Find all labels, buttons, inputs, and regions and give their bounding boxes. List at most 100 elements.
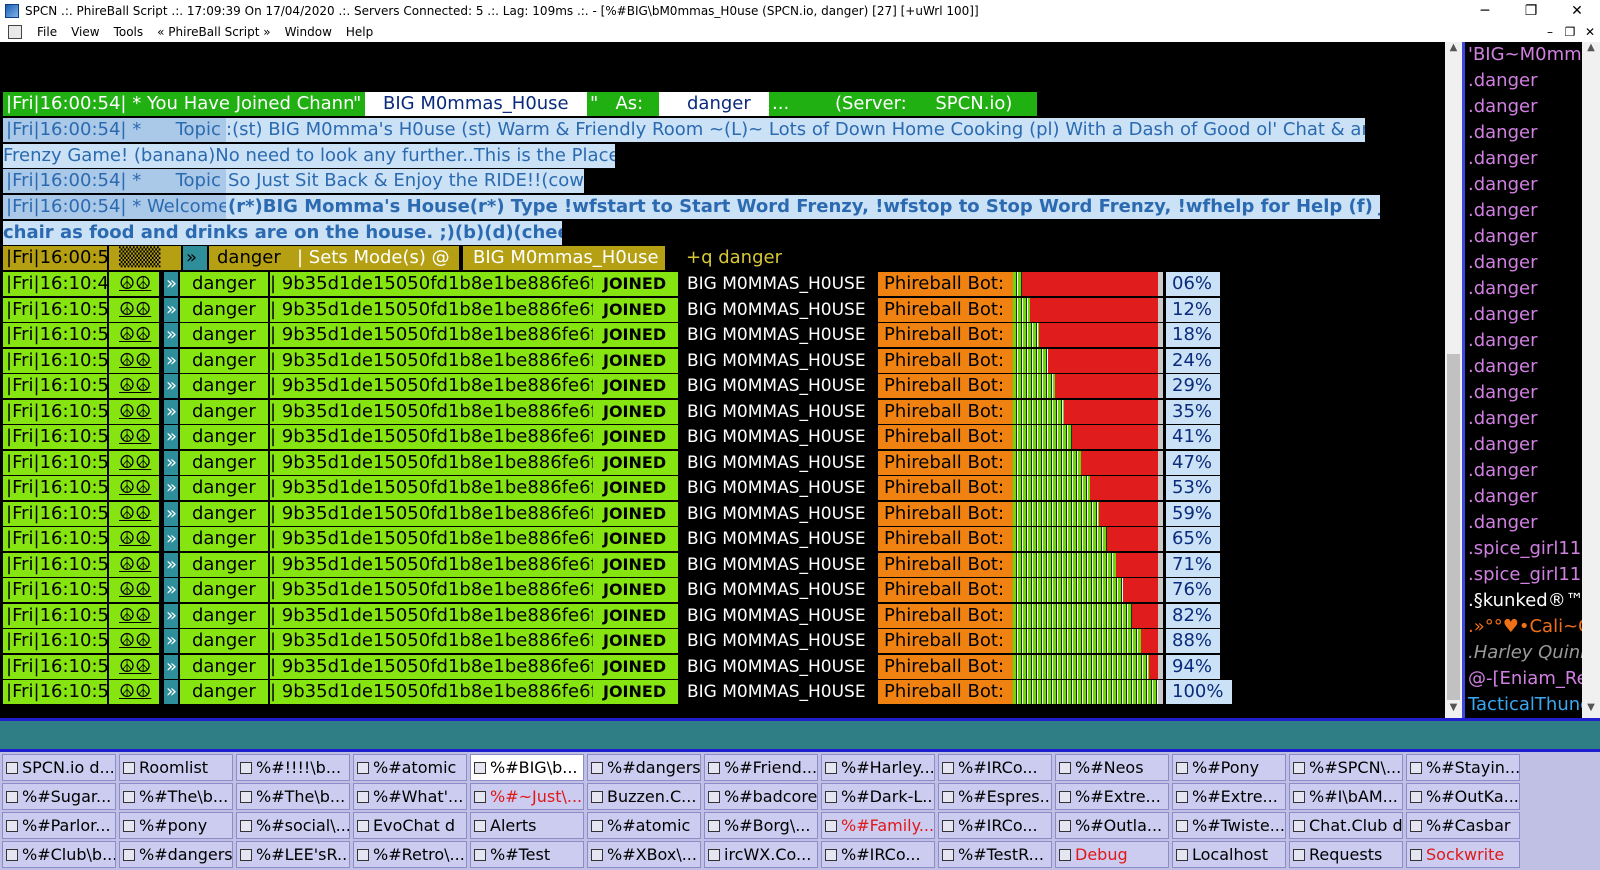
window-icon[interactable] — [8, 25, 22, 39]
switchbar-tab[interactable]: Chat.Club d — [1289, 812, 1403, 839]
scroll-down-arrow[interactable]: ▼ — [1445, 702, 1462, 718]
menu-window[interactable]: Window — [278, 25, 339, 39]
switchbar-tab[interactable]: %#XBox\... — [587, 841, 701, 868]
chat-scrollbar[interactable]: ▲ ▼ — [1445, 42, 1462, 718]
switchbar-tab[interactable]: %#OutKa... — [1406, 783, 1520, 810]
switchbar-tab[interactable]: %#Club\b... — [2, 841, 116, 868]
switchbar-tab[interactable]: Buzzen.C... — [587, 783, 701, 810]
switchbar-tab[interactable]: SPCN.io d... — [2, 754, 116, 781]
switchbar-tab[interactable]: Roomlist — [119, 754, 233, 781]
scroll-thumb[interactable] — [1447, 354, 1460, 700]
nick-list-item[interactable]: .§kunked®™ — [1465, 588, 1582, 614]
switchbar-tab[interactable]: %#atomic — [587, 812, 701, 839]
switchbar-tab[interactable]: %#Parlor... — [2, 812, 116, 839]
scroll-down-arrow[interactable]: ▼ — [1582, 702, 1600, 718]
nick-list-item[interactable]: .danger — [1465, 250, 1582, 276]
switchbar-tab[interactable]: %#IRCo... — [821, 841, 935, 868]
scroll-up-arrow[interactable]: ▲ — [1582, 42, 1600, 58]
nick-list-item[interactable]: .danger — [1465, 406, 1582, 432]
switchbar-tab[interactable]: %#pony — [119, 812, 233, 839]
switchbar-tab[interactable]: %#Casbar — [1406, 812, 1520, 839]
nick-list-item[interactable]: .danger — [1465, 380, 1582, 406]
nick-list-item[interactable]: .danger — [1465, 484, 1582, 510]
switchbar-tab[interactable]: Requests — [1289, 841, 1403, 868]
menu-phireball-script[interactable]: « PhireBall Script » — [150, 25, 277, 39]
nick-list-item[interactable]: .danger — [1465, 198, 1582, 224]
nick-list-item[interactable]: @-[Eniam_Reg — [1465, 666, 1582, 692]
nick-list-item[interactable]: .»°°♥•Cali~Girl — [1465, 614, 1582, 640]
close-button[interactable]: ✕ — [1554, 0, 1600, 22]
switchbar-tab[interactable]: %#Stayin... — [1406, 754, 1520, 781]
nick-list-item[interactable]: .danger — [1465, 354, 1582, 380]
switchbar-tab[interactable]: %#The\b... — [119, 783, 233, 810]
nick-list-item[interactable]: .danger — [1465, 146, 1582, 172]
switchbar-tab[interactable]: EvoChat d — [353, 812, 467, 839]
nick-list-item[interactable]: .danger — [1465, 224, 1582, 250]
switchbar-tab[interactable]: %#Retro\... — [353, 841, 467, 868]
menu-file[interactable]: File — [30, 25, 64, 39]
nick-list-item[interactable]: .danger — [1465, 432, 1582, 458]
switchbar-tab[interactable]: Sockwrite — [1406, 841, 1520, 868]
switchbar-tab[interactable]: Debug — [1055, 841, 1169, 868]
switchbar-tab[interactable]: %#dangers — [587, 754, 701, 781]
switchbar-tab[interactable]: %#IRCo... — [938, 812, 1052, 839]
switchbar-tab[interactable]: %#The\b... — [236, 783, 350, 810]
switchbar-tab[interactable]: %#Harley... — [821, 754, 935, 781]
switchbar-tab[interactable]: %#atomic — [353, 754, 467, 781]
nick-list-item[interactable]: .spice_girl1124 — [1465, 562, 1582, 588]
nick-list-item[interactable]: .danger — [1465, 510, 1582, 536]
switchbar-tab[interactable]: %#Friend... — [704, 754, 818, 781]
switchbar-tab[interactable]: %#SPCN\... — [1289, 754, 1403, 781]
switchbar-tab[interactable]: %#Test — [470, 841, 584, 868]
chat-window[interactable]: |Fri|16:00:54| * You Have Joined Channel… — [0, 42, 1445, 718]
nick-list-item[interactable]: .danger — [1465, 302, 1582, 328]
switchbar-tab[interactable]: %#BIG\b... — [470, 754, 584, 781]
switchbar-tab[interactable]: %#~Just\... — [470, 783, 584, 810]
switchbar-tab[interactable]: %#Borg\... — [704, 812, 818, 839]
switchbar-tab[interactable]: %#IRCo... — [938, 754, 1052, 781]
nick-list-scrollbar[interactable]: ▲ ▼ — [1582, 42, 1600, 718]
nick-list-item[interactable]: .spice_girl112 — [1465, 536, 1582, 562]
switchbar-tab[interactable]: %#Pony — [1172, 754, 1286, 781]
nick-list-item[interactable]: .danger — [1465, 328, 1582, 354]
switchbar-tab[interactable]: %#I\bAM... — [1289, 783, 1403, 810]
switchbar-tab[interactable]: %#Neos — [1055, 754, 1169, 781]
switchbar-tab[interactable]: %#Extre... — [1055, 783, 1169, 810]
mdi-minimize-button[interactable]: – — [1540, 25, 1560, 39]
switchbar-tab[interactable]: Alerts — [470, 812, 584, 839]
switchbar-tab[interactable]: %#TestR... — [938, 841, 1052, 868]
switchbar-tab[interactable]: %#What'... — [353, 783, 467, 810]
switchbar-tab[interactable]: %#Dark-L... — [821, 783, 935, 810]
nick-list[interactable]: 'BIG~M0mmas.danger.danger.danger.danger.… — [1462, 42, 1582, 718]
switchbar-tab[interactable]: %#social\... — [236, 812, 350, 839]
switchbar-tab[interactable]: %#Family... — [821, 812, 935, 839]
nick-list-item[interactable]: .danger — [1465, 172, 1582, 198]
mdi-restore-button[interactable]: ❐ — [1560, 25, 1580, 39]
switchbar-tab[interactable]: %#Outla... — [1055, 812, 1169, 839]
switchbar-tab[interactable]: %#Extre... — [1172, 783, 1286, 810]
switchbar-tab[interactable]: %#Espres... — [938, 783, 1052, 810]
nick-list-item[interactable]: .danger — [1465, 276, 1582, 302]
nick-list-item[interactable]: TacticalThunder — [1465, 692, 1582, 718]
minimize-button[interactable]: ─ — [1462, 0, 1508, 22]
nick-list-item[interactable]: 'BIG~M0mmas — [1465, 42, 1582, 68]
switchbar-tab[interactable]: %#Twiste... — [1172, 812, 1286, 839]
nick-list-item[interactable]: .danger — [1465, 68, 1582, 94]
scroll-up-arrow[interactable]: ▲ — [1445, 42, 1462, 58]
restore-button[interactable]: ❐ — [1508, 0, 1554, 22]
switchbar-tab[interactable]: %#Sugar... — [2, 783, 116, 810]
menu-tools[interactable]: Tools — [107, 25, 151, 39]
mdi-close-button[interactable]: ✕ — [1580, 25, 1600, 39]
menu-view[interactable]: View — [64, 25, 106, 39]
nick-list-item[interactable]: .danger — [1465, 94, 1582, 120]
nick-list-item[interactable]: .danger — [1465, 120, 1582, 146]
switchbar-tab[interactable]: %#!!!!\b... — [236, 754, 350, 781]
switchbar-tab[interactable]: %#dangers — [119, 841, 233, 868]
message-input[interactable] — [0, 718, 1600, 752]
nick-list-item[interactable]: .danger — [1465, 458, 1582, 484]
switchbar-tab[interactable]: %#LEE'sR... — [236, 841, 350, 868]
menu-help[interactable]: Help — [339, 25, 380, 39]
switchbar-tab[interactable]: %#badcore — [704, 783, 818, 810]
switchbar-tab[interactable]: Localhost — [1172, 841, 1286, 868]
nick-list-item[interactable]: .Harley Quinn — [1465, 640, 1582, 666]
